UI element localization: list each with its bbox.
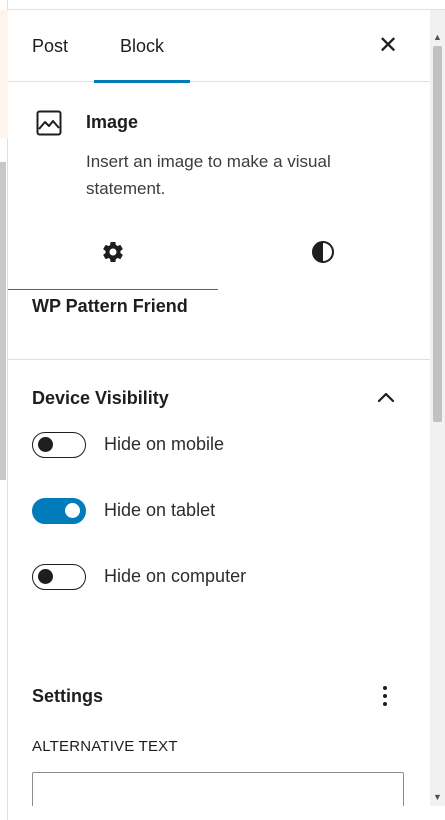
image-icon — [36, 110, 62, 136]
alt-text-label: ALTERNATIVE TEXT — [32, 738, 178, 755]
toggle-row-mobile: Hide on mobile — [32, 430, 392, 460]
close-sidebar-button[interactable]: ✕ — [374, 32, 402, 60]
tab-block[interactable]: Block — [94, 10, 190, 83]
block-name: Image — [86, 112, 139, 132]
toggle-knob — [38, 437, 53, 452]
plugin-section: WP Pattern Friend — [8, 290, 430, 360]
scroll-down-icon[interactable]: ▼ — [433, 792, 442, 802]
toggle-knob — [38, 569, 53, 584]
editor-canvas-edge — [0, 0, 8, 820]
alt-text-input[interactable] — [32, 772, 404, 806]
chevron-up-icon — [377, 392, 395, 403]
toggle-knob — [65, 503, 80, 518]
sidebar-tabs: Post Block ✕ — [8, 10, 430, 83]
inspector-tabs — [8, 218, 430, 290]
hide-on-tablet-label[interactable]: Hide on tablet — [104, 500, 215, 521]
device-visibility-panel: Device Visibility Hide on mobile Hide on… — [8, 360, 430, 650]
canvas-tint — [0, 10, 8, 138]
contrast-icon — [312, 241, 334, 263]
tab-block-label: Block — [119, 36, 164, 56]
tab-settings[interactable] — [8, 218, 218, 290]
hide-on-mobile-label[interactable]: Hide on mobile — [104, 434, 224, 455]
settings-title: Settings — [32, 686, 104, 706]
toggle-row-computer: Hide on computer — [32, 562, 392, 592]
block-card: Image Insert an image to make a visual s… — [8, 82, 430, 218]
editor-top-edge — [0, 0, 445, 10]
close-icon: ✕ — [377, 32, 399, 59]
scroll-up-icon[interactable]: ▲ — [433, 32, 442, 42]
gear-icon — [103, 242, 123, 263]
block-description: Insert an image to make a visual stateme… — [86, 152, 331, 198]
sidebar-scrollbar[interactable]: ▲ ▼ — [430, 10, 445, 806]
tab-styles[interactable] — [218, 218, 428, 290]
hide-on-computer-label[interactable]: Hide on computer — [104, 566, 246, 587]
plugin-title: WP Pattern Friend — [32, 296, 188, 316]
toggle-row-tablet: Hide on tablet — [32, 496, 392, 526]
hide-on-mobile-toggle[interactable] — [32, 432, 86, 458]
device-visibility-toggle[interactable]: Device Visibility — [8, 360, 430, 434]
hide-on-computer-toggle[interactable] — [32, 564, 86, 590]
more-vertical-icon[interactable] — [376, 682, 394, 710]
scrollbar-thumb[interactable] — [433, 46, 442, 422]
device-visibility-title: Device Visibility — [32, 388, 169, 408]
hide-on-tablet-toggle[interactable] — [32, 498, 86, 524]
block-inspector-sidebar: Post Block ✕ Image Insert an image to ma… — [8, 10, 430, 806]
canvas-scrollbar[interactable] — [0, 162, 6, 480]
tab-post[interactable]: Post — [32, 10, 68, 82]
